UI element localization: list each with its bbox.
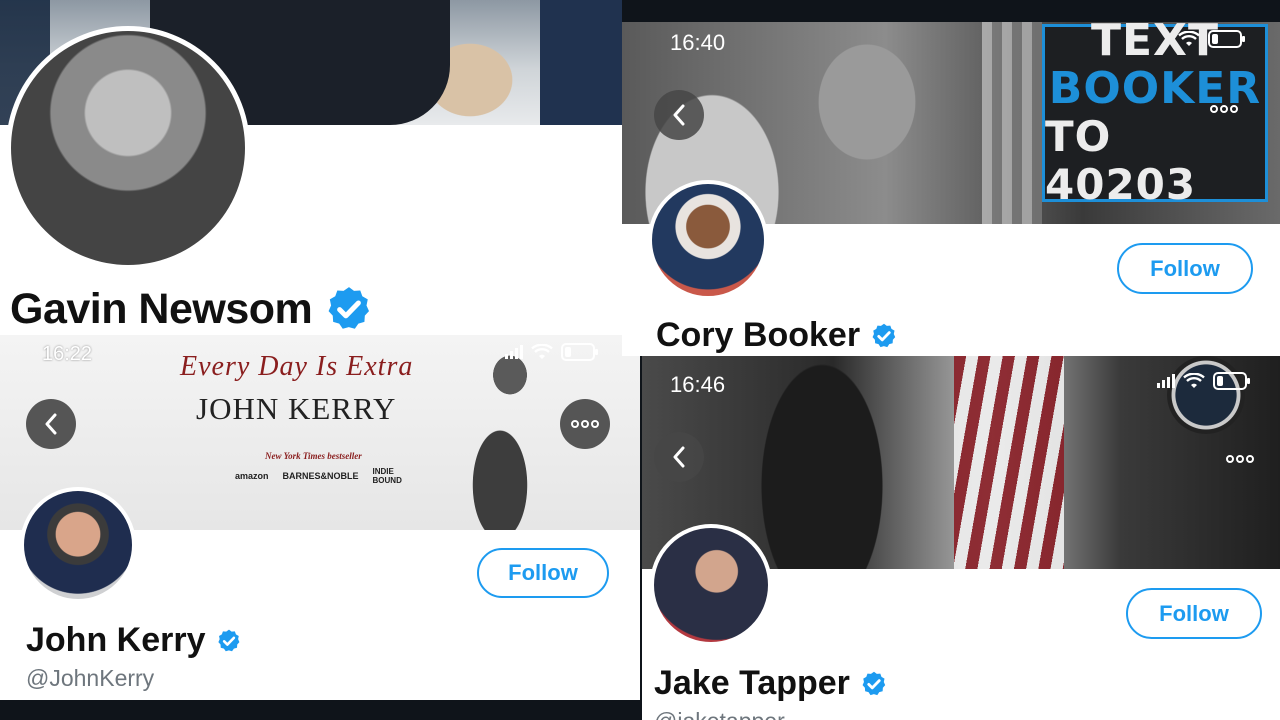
- booker-name-row: Cory Booker: [656, 316, 898, 355]
- tapper-status-icons: [1157, 372, 1251, 390]
- kerry-back-button[interactable]: [26, 399, 76, 449]
- newsom-display-name: Gavin Newsom: [10, 284, 313, 333]
- more-options-icon: [1210, 105, 1238, 113]
- kerry-display-name: John Kerry: [26, 621, 206, 659]
- verified-badge-icon: [217, 629, 239, 651]
- tapper-avatar[interactable]: [650, 524, 772, 646]
- signal-icon: [1157, 374, 1175, 388]
- tapper-follow-button[interactable]: Follow: [1126, 588, 1262, 639]
- verified-badge-icon: [862, 671, 886, 695]
- newsom-avatar[interactable]: [6, 26, 250, 270]
- booker-banner-flag: [982, 22, 1042, 224]
- kerry-avatar[interactable]: [20, 487, 136, 603]
- more-options-icon: [1226, 455, 1254, 463]
- booker-status-time: 16:40: [670, 30, 726, 55]
- newsom-profile-panel: Gavin Newsom: [0, 0, 622, 340]
- signal-icon: [505, 345, 523, 359]
- kerry-name-row: John Kerry: [26, 621, 242, 660]
- kerry-banner-author: JOHN KERRY: [196, 391, 397, 426]
- battery-icon: [1213, 372, 1250, 390]
- booker-display-name: Cory Booker: [656, 316, 861, 354]
- kerry-more-options-button[interactable]: [560, 399, 610, 449]
- booker-status-icons: [1178, 30, 1246, 48]
- booker-profile-panel: TEXT BOOKER TO 40203 16:40 Follow Cory B…: [622, 0, 1280, 356]
- booker-more-options-button[interactable]: [1210, 100, 1238, 116]
- tapper-handle: @jaketapper: [654, 708, 785, 720]
- back-arrow-icon: [673, 104, 685, 126]
- wifi-icon: [1178, 31, 1200, 46]
- kerry-follow-button[interactable]: Follow: [477, 548, 609, 598]
- battery-icon: [1208, 30, 1245, 48]
- tapper-banner-seal: [1167, 356, 1245, 434]
- tapper-back-button[interactable]: [654, 432, 704, 482]
- kerry-banner-retailers: amazon BARNES&NOBLE INDIE BOUND: [235, 467, 411, 485]
- kerry-status-time: 16:22: [42, 343, 93, 365]
- verified-badge-icon: [328, 287, 370, 329]
- kerry-bottom-divider: [0, 700, 640, 720]
- verified-badge-icon: [872, 323, 896, 347]
- booker-back-button[interactable]: [654, 90, 704, 140]
- retailer-barnes-noble: BARNES&NOBLE: [282, 471, 359, 481]
- more-options-icon: [571, 420, 599, 428]
- battery-icon: [561, 343, 598, 361]
- wifi-icon: [1183, 373, 1205, 388]
- retailer-amazon: amazon: [235, 471, 269, 481]
- tapper-banner-flag: [954, 356, 1064, 569]
- tapper-profile-panel: 16:46 Follow Jake Tapper @jaketapper: [642, 356, 1280, 720]
- kerry-banner-title: Every Day Is Extra: [180, 351, 414, 382]
- booker-sign-line-3: TO 40203: [1045, 112, 1197, 209]
- kerry-banner-bestseller: New York Times bestseller: [265, 451, 362, 461]
- kerry-handle: @JohnKerry: [26, 665, 155, 691]
- tapper-name-row: Jake Tapper: [654, 664, 888, 703]
- back-arrow-icon: [45, 413, 57, 435]
- kerry-status-icons: [505, 343, 599, 361]
- retailer-indiebound: INDIE BOUND: [372, 467, 402, 485]
- kerry-banner-photo: [450, 335, 550, 530]
- kerry-profile-panel: Every Day Is Extra JOHN KERRY New York T…: [0, 335, 640, 720]
- wifi-icon: [531, 344, 553, 359]
- tapper-more-options-button[interactable]: [1226, 450, 1254, 466]
- booker-follow-button[interactable]: Follow: [1117, 243, 1253, 294]
- back-arrow-icon: [673, 446, 685, 468]
- booker-avatar[interactable]: [648, 180, 768, 300]
- tapper-display-name: Jake Tapper: [654, 664, 850, 702]
- tapper-status-time: 16:46: [670, 372, 726, 397]
- newsom-name-row: Gavin Newsom: [10, 284, 374, 334]
